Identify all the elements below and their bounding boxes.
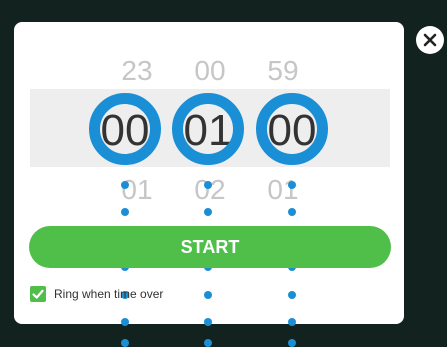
guide-dot bbox=[204, 208, 212, 216]
start-button[interactable]: START bbox=[29, 226, 391, 268]
minutes-ring-marker bbox=[172, 93, 244, 165]
ring-checkbox-label[interactable]: Ring when time over bbox=[54, 287, 163, 301]
close-button[interactable] bbox=[416, 26, 444, 54]
seconds-ring-marker bbox=[256, 93, 328, 165]
guide-dot bbox=[288, 208, 296, 216]
guide-dot bbox=[121, 318, 129, 326]
guide-dot bbox=[288, 291, 296, 299]
minutes-prev-value[interactable]: 00 bbox=[175, 55, 245, 87]
seconds-next-value[interactable]: 01 bbox=[248, 174, 318, 206]
guide-dot bbox=[288, 181, 296, 189]
close-icon bbox=[423, 33, 437, 47]
guide-dot bbox=[121, 339, 129, 347]
hours-prev-value[interactable]: 23 bbox=[102, 55, 172, 87]
minutes-next-value[interactable]: 02 bbox=[175, 174, 245, 206]
guide-dot bbox=[288, 339, 296, 347]
guide-dot bbox=[204, 339, 212, 347]
guide-dot bbox=[204, 181, 212, 189]
guide-dot bbox=[288, 318, 296, 326]
guide-dot bbox=[204, 291, 212, 299]
guide-dot bbox=[121, 208, 129, 216]
seconds-prev-value[interactable]: 59 bbox=[248, 55, 318, 87]
hours-ring-marker bbox=[89, 93, 161, 165]
guide-dot bbox=[121, 181, 129, 189]
guide-dot bbox=[204, 318, 212, 326]
ring-checkbox[interactable] bbox=[30, 286, 46, 302]
hours-next-value[interactable]: 01 bbox=[102, 174, 172, 206]
check-icon bbox=[32, 289, 44, 299]
